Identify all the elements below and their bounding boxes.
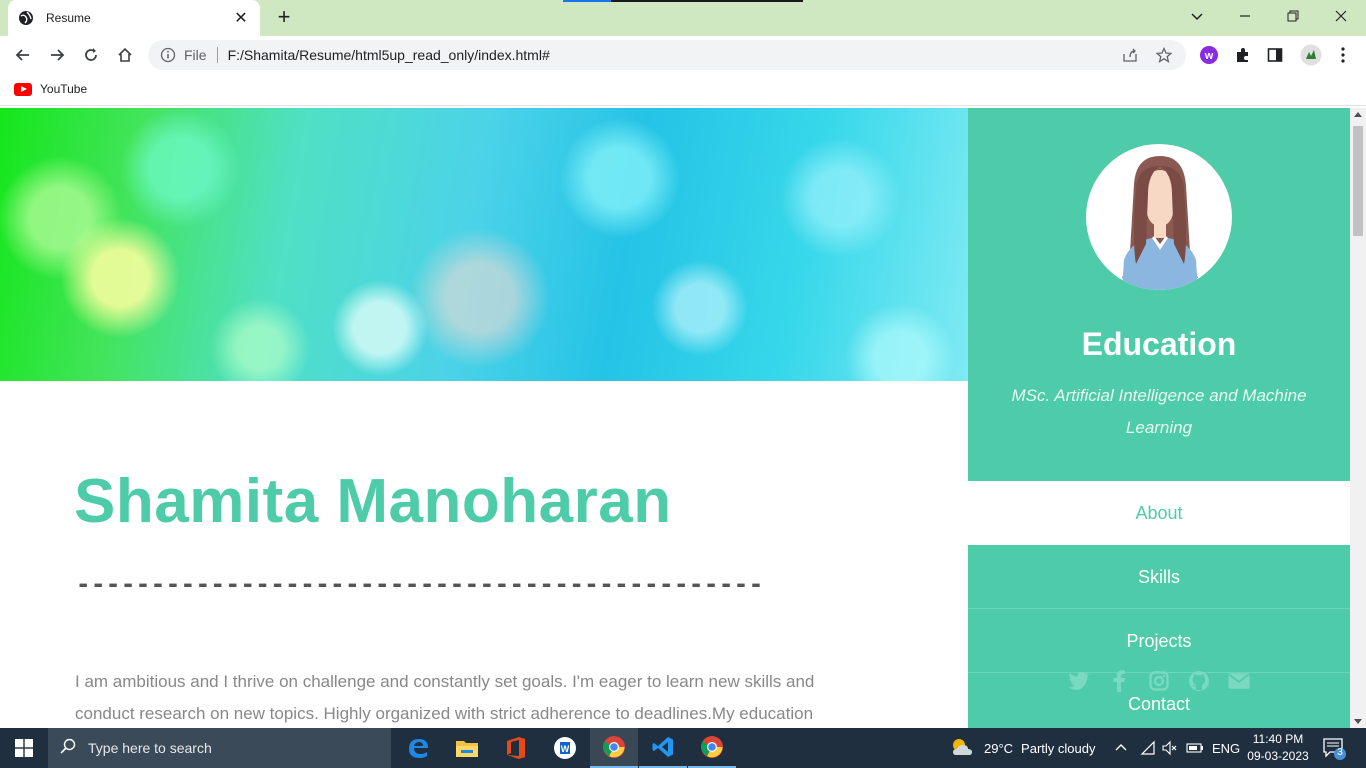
tab-search-chevron-icon[interactable] xyxy=(1174,0,1220,32)
browser-titlebar: Resume ✕ + xyxy=(0,0,1366,36)
twitter-icon[interactable] xyxy=(1068,670,1090,692)
weather-condition: Partly cloudy xyxy=(1021,740,1096,756)
nav-item-about[interactable]: About xyxy=(968,481,1350,545)
taskbar-search-input[interactable]: Type here to search xyxy=(48,728,391,768)
avatar xyxy=(1086,144,1232,290)
edge-icon[interactable] xyxy=(394,728,442,768)
url-text[interactable]: F:/Shamita/Resume/html5up_read_only/inde… xyxy=(228,47,1106,63)
browser-toolbar: File F:/Shamita/Resume/html5up_read_only… xyxy=(0,36,1366,74)
window-close-icon[interactable] xyxy=(1318,0,1364,32)
language-indicator[interactable]: ENG xyxy=(1212,728,1240,768)
facebook-icon[interactable] xyxy=(1108,670,1130,692)
github-icon[interactable] xyxy=(1188,670,1210,692)
search-placeholder: Type here to search xyxy=(88,740,212,756)
close-tab-icon[interactable]: ✕ xyxy=(232,8,250,28)
extensions-puzzle-icon[interactable] xyxy=(1232,44,1254,66)
chrome-icon[interactable] xyxy=(590,728,638,768)
url-scheme: File xyxy=(184,47,218,63)
vscode-icon[interactable] xyxy=(639,728,687,768)
bookmark-youtube[interactable]: YouTube xyxy=(14,82,87,96)
instagram-icon[interactable] xyxy=(1148,670,1170,692)
share-icon[interactable] xyxy=(1120,45,1140,65)
nav-item-skills[interactable]: Skills xyxy=(968,545,1350,609)
clock-date: 09-03-2023 xyxy=(1247,749,1309,763)
chevron-up-icon[interactable] xyxy=(1114,728,1128,768)
back-arrow-icon[interactable] xyxy=(8,40,38,70)
extension-w-icon[interactable]: w xyxy=(1198,44,1220,66)
windows-start-icon[interactable] xyxy=(0,728,48,768)
svg-text:w: w xyxy=(1204,50,1214,62)
envelope-icon[interactable] xyxy=(1228,670,1250,692)
home-icon[interactable] xyxy=(110,40,140,70)
bookmark-label: YouTube xyxy=(40,82,88,96)
file-explorer-icon[interactable] xyxy=(443,728,491,768)
search-icon xyxy=(60,738,76,759)
minimize-icon[interactable] xyxy=(1222,0,1268,32)
sidebar-title: Education xyxy=(1081,326,1237,362)
sidebar-nav: About Skills Projects xyxy=(968,481,1350,673)
header-banner-image xyxy=(0,108,968,381)
globe-icon xyxy=(18,10,34,26)
bookmark-star-icon[interactable] xyxy=(1154,45,1174,65)
about-paragraph: I am ambitious and I thrive on challenge… xyxy=(75,672,815,723)
page-viewport: Shamita Manoharan ----------------------… xyxy=(0,108,1350,728)
reload-icon[interactable] xyxy=(76,40,106,70)
nav-item-projects[interactable]: Projects xyxy=(968,609,1350,673)
scrollbar-thumb[interactable] xyxy=(1353,126,1363,236)
forward-arrow-icon[interactable] xyxy=(42,40,72,70)
scroll-up-arrow-icon[interactable] xyxy=(1354,112,1362,117)
social-links xyxy=(968,670,1350,692)
taskbar-clock[interactable]: 11:40 PM 09-03-2023 xyxy=(1244,731,1312,765)
bookmarks-bar: YouTube xyxy=(0,74,1366,106)
youtube-icon xyxy=(14,82,32,96)
new-tab-button[interactable]: + xyxy=(272,6,296,30)
sidebar-subtitle: MSc. Artificial Intelligence and Machine… xyxy=(1011,386,1307,437)
volume-muted-icon[interactable] xyxy=(1162,728,1178,768)
side-panel-icon[interactable] xyxy=(1264,44,1286,66)
notification-count-badge: 3 xyxy=(1337,747,1343,758)
scroll-down-arrow-icon[interactable] xyxy=(1354,719,1362,724)
weather-temp: 29°C xyxy=(984,740,1014,756)
info-icon[interactable] xyxy=(160,47,176,63)
page-scrollbar[interactable] xyxy=(1350,108,1366,728)
office-icon[interactable] xyxy=(492,728,540,768)
restore-icon[interactable] xyxy=(1270,0,1316,32)
svg-text:W: W xyxy=(561,744,570,754)
sidebar-header: Education MSc. Artificial Intelligence a… xyxy=(968,108,1350,480)
tab-title: Resume xyxy=(46,11,91,25)
address-bar[interactable]: File F:/Shamita/Resume/html5up_read_only… xyxy=(148,40,1186,70)
browser-tab[interactable]: Resume ✕ xyxy=(8,0,260,36)
sidebar: Education MSc. Artificial Intelligence a… xyxy=(968,108,1350,728)
loading-bar-progress xyxy=(563,0,611,2)
page-title: Shamita Manoharan xyxy=(74,467,672,536)
profile-avatar[interactable] xyxy=(1300,44,1322,66)
title-divider: ----------------------------------------… xyxy=(76,570,764,598)
browser-menu-icon[interactable] xyxy=(1332,44,1354,66)
windows-taskbar: Type here to search W 29°C Partly cloudy… xyxy=(0,728,1366,768)
partly-cloudy-icon xyxy=(950,737,974,760)
network-icon[interactable] xyxy=(1140,728,1156,768)
nav-item-contact[interactable]: Contact xyxy=(968,694,1350,715)
notification-center-icon[interactable]: 3 xyxy=(1322,736,1346,760)
weather-widget[interactable]: 29°C Partly cloudy xyxy=(950,728,1095,768)
clock-time: 11:40 PM xyxy=(1252,732,1304,746)
battery-icon[interactable] xyxy=(1186,728,1204,768)
chrome-icon[interactable] xyxy=(688,728,736,768)
wps-icon[interactable]: W xyxy=(541,728,589,768)
